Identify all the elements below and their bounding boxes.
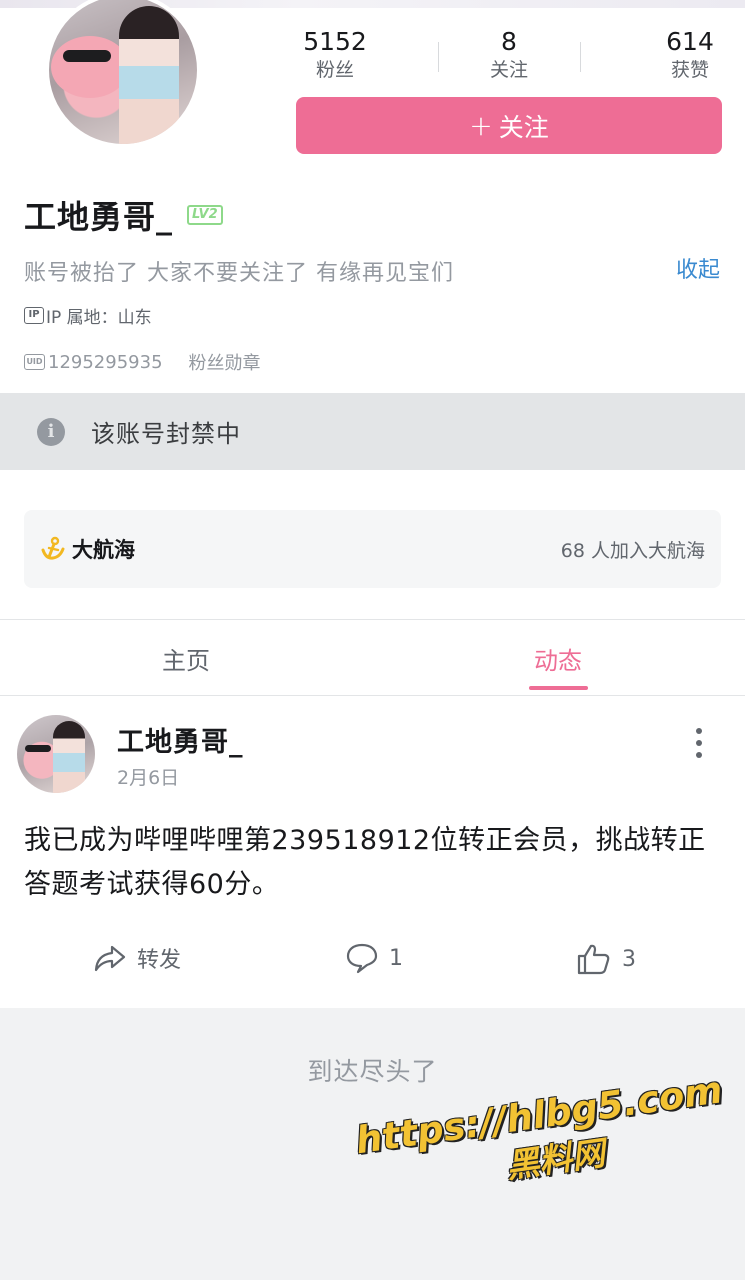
follow-button-label: 关注	[498, 112, 549, 142]
share-button[interactable]: 转发	[93, 942, 181, 974]
ip-icon: IP	[24, 307, 44, 324]
comment-button[interactable]: 1	[345, 942, 403, 974]
guard-title: 大航海	[72, 538, 135, 562]
name-row: 工地勇哥_ LV2	[24, 192, 223, 238]
tab-dynamics[interactable]: 动态	[488, 641, 628, 676]
ip-location: IP 属地：山东	[46, 308, 152, 328]
like-button[interactable]: 3	[576, 942, 636, 976]
active-tab-indicator	[529, 686, 588, 690]
profile-tabs: 主页 动态	[0, 619, 745, 696]
ip-location-row: IP IP 属地：山东	[24, 303, 152, 328]
post-content: 我已成为哔哩哔哩第239518912位转正会员，挑战转正答题考试获得60分。	[24, 825, 706, 900]
guard-card[interactable]: 大航海 68 人加入大航海	[24, 510, 721, 588]
post-author-name[interactable]: 工地勇哥_	[117, 720, 244, 759]
stat-label: 获赞	[670, 59, 709, 81]
fan-medal-link[interactable]: 粉丝勋章	[189, 349, 261, 375]
uid-value[interactable]: 1295295935	[48, 352, 163, 373]
banned-notice-text: 该账号封禁中	[91, 420, 241, 448]
collapse-link[interactable]: 收起	[676, 252, 720, 284]
thumbs-up-icon	[577, 944, 610, 975]
user-name: 工地勇哥_	[24, 198, 174, 236]
more-options-icon[interactable]	[692, 728, 706, 762]
user-bio: 账号被抬了 大家不要关注了 有缘再见宝们	[24, 261, 454, 286]
banned-notice: i 该账号封禁中	[0, 393, 745, 470]
level-badge: LV2	[187, 205, 223, 225]
profile-page: 5152 粉丝 8 关注 614 获赞 + 关注 工地勇哥_ LV2 账号被抬了…	[0, 0, 745, 1280]
like-count: 3	[622, 946, 636, 972]
post-card: 工地勇哥_ 2月6日 我已成为哔哩哔哩第239518912位转正会员，挑战转正答…	[0, 696, 745, 1008]
avatar[interactable]	[45, 0, 201, 148]
stat-likes[interactable]: 614 获赞	[630, 28, 745, 82]
stat-followers[interactable]: 5152 粉丝	[275, 28, 395, 82]
guard-count: 68 人加入大航海	[560, 539, 705, 562]
share-icon	[94, 945, 126, 972]
uid-icon: UID	[24, 354, 45, 370]
follow-button[interactable]: + 关注	[296, 97, 722, 154]
stat-label: 关注	[489, 59, 528, 81]
watermark: https://hlbg5.com 黑料网	[353, 1068, 728, 1247]
info-icon: i	[37, 417, 65, 446]
stat-divider	[580, 42, 581, 72]
stat-label: 粉丝	[315, 59, 354, 81]
post-date: 2月6日	[117, 767, 180, 789]
watermark-name: 黑料网	[503, 1133, 608, 1186]
uid-row: UID 1295295935 粉丝勋章	[24, 349, 261, 375]
stat-following[interactable]: 8 关注	[449, 28, 569, 82]
share-label: 转发	[137, 948, 182, 973]
stat-value: 8	[501, 27, 517, 56]
plus-icon: +	[469, 109, 493, 142]
stat-value: 5152	[303, 27, 367, 56]
guard-section: 大航海 68 人加入大航海	[0, 470, 745, 619]
post-author-avatar[interactable]	[17, 715, 95, 793]
stat-divider	[438, 42, 439, 72]
stat-value: 614	[666, 27, 714, 56]
end-of-feed-text: 到达尽头了	[307, 1057, 438, 1086]
profile-header: 5152 粉丝 8 关注 614 获赞 + 关注 工地勇哥_ LV2 账号被抬了…	[0, 0, 745, 393]
comment-icon	[346, 943, 378, 974]
anchor-icon	[41, 536, 65, 560]
comment-count: 1	[389, 945, 403, 971]
tab-home[interactable]: 主页	[116, 641, 256, 676]
